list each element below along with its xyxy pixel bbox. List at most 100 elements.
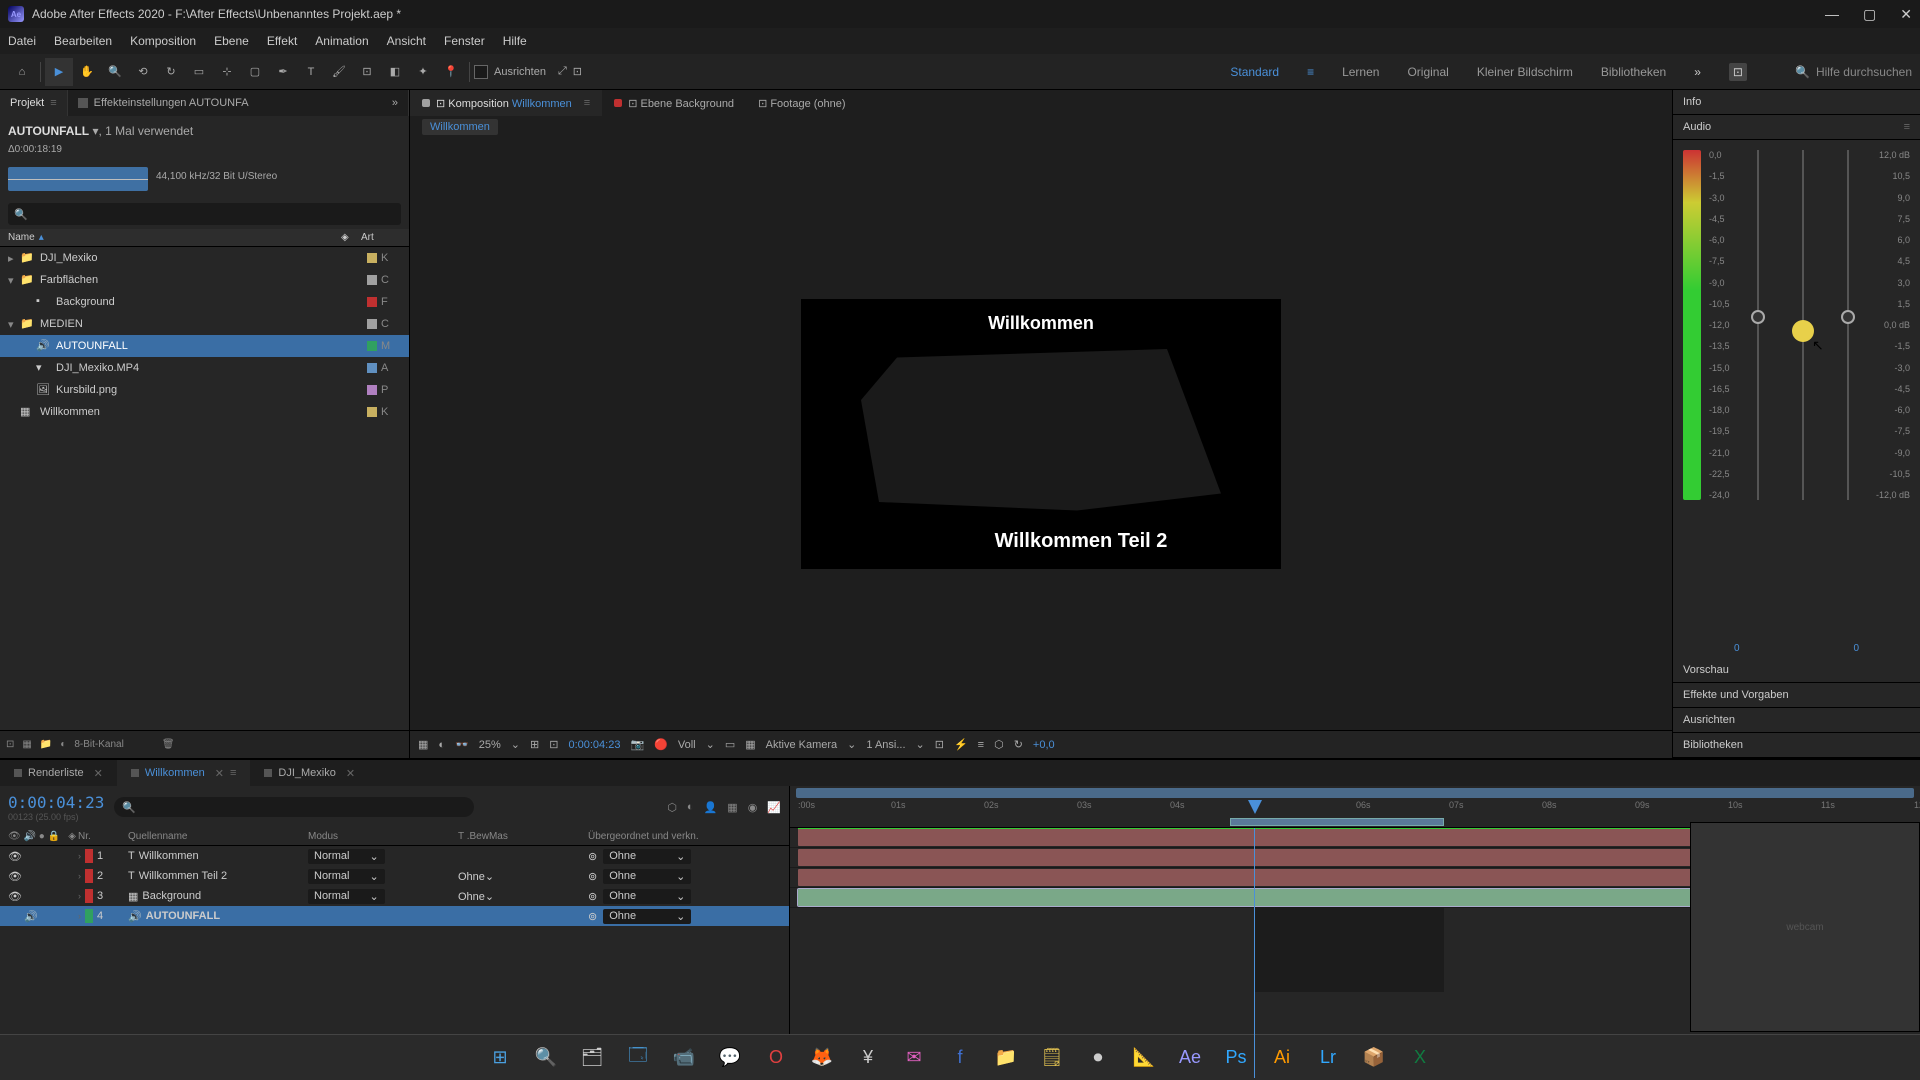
audio-slider-left[interactable] (1738, 150, 1779, 500)
workspace-lernen[interactable]: Lernen (1342, 65, 1379, 79)
panel-effekte-und-vorgaben[interactable]: Effekte und Vorgaben (1673, 683, 1920, 708)
camera-dropdown[interactable]: Aktive Kamera (766, 739, 838, 751)
project-item[interactable]: 🖼 Kursbild.png P (0, 379, 409, 401)
comp-tab[interactable]: ⊡ Komposition Willkommen ≡ (410, 90, 602, 116)
workspace-overflow-icon[interactable]: » (1694, 65, 1701, 79)
orbit-tool[interactable]: ⟲ (129, 58, 157, 86)
shape-tool[interactable]: ▢ (241, 58, 269, 86)
transparency-icon[interactable]: ▦ (745, 738, 755, 751)
menu-bearbeiten[interactable]: Bearbeiten (54, 34, 112, 48)
project-item[interactable]: ▾ 📁 MEDIEN C (0, 313, 409, 335)
workspace-kleiner[interactable]: Kleiner Bildschirm (1477, 65, 1573, 79)
eraser-tool[interactable]: ◧ (381, 58, 409, 86)
workspace-standard[interactable]: Standard (1230, 65, 1279, 79)
workspace-menu-icon[interactable]: ≡ (1307, 65, 1314, 79)
text-tool[interactable]: T (297, 58, 325, 86)
taskbar-item[interactable]: O (758, 1040, 794, 1076)
motion-blur-icon[interactable]: ◉ (748, 801, 758, 814)
minimize-button[interactable]: — (1825, 6, 1839, 23)
trash-icon[interactable]: 🗑 (162, 739, 175, 750)
color-depth[interactable]: 8-Bit-Kanal (74, 739, 123, 750)
project-search-input[interactable]: 🔍 (8, 203, 401, 225)
audio-slider-master[interactable] (1782, 150, 1823, 500)
viewer-timecode[interactable]: 0:00:04:23 (568, 739, 620, 751)
menu-effekt[interactable]: Effekt (267, 34, 297, 48)
guides-icon[interactable]: ⊡ (549, 738, 558, 751)
timeline-search-input[interactable]: 🔍 (114, 797, 474, 817)
zoom-tool[interactable]: 🔍 (101, 58, 129, 86)
snap-icon-2[interactable]: ⊡ (573, 65, 582, 78)
timeline-layer[interactable]: 🔊 ›4 🔊AUTOUNFALL ⊚Ohne⌄ (0, 906, 789, 926)
new-adjustment-icon[interactable]: ◐ (60, 739, 66, 750)
new-comp-icon[interactable]: ▦ (22, 739, 31, 750)
hand-tool[interactable]: ✋ (73, 58, 101, 86)
menu-animation[interactable]: Animation (315, 34, 368, 48)
views-dropdown[interactable]: 1 Ansi... (866, 739, 905, 751)
audio-value-l[interactable]: 0 (1734, 643, 1740, 654)
taskbar-item[interactable]: 🗒 (1034, 1040, 1070, 1076)
channel-icon[interactable]: 🔴 (654, 738, 668, 751)
project-item[interactable]: ▸ 📁 DJI_Mexiko K (0, 247, 409, 269)
workspace-original[interactable]: Original (1407, 65, 1448, 79)
taskbar-item[interactable]: 📐 (1126, 1040, 1162, 1076)
menu-komposition[interactable]: Komposition (130, 34, 196, 48)
panel-ausrichten[interactable]: Ausrichten (1673, 708, 1920, 733)
comp-tab[interactable]: ⊡ Ebene Background (602, 90, 746, 116)
project-item[interactable]: ▦ Willkommen K (0, 401, 409, 423)
info-panel-header[interactable]: Info (1673, 90, 1920, 115)
clone-tool[interactable]: ⊡ (353, 58, 381, 86)
glasses-icon[interactable]: 👓 (455, 738, 469, 751)
taskbar-item[interactable]: 🗔 (620, 1040, 656, 1076)
timeline-tab[interactable]: Renderliste✕ (0, 760, 117, 786)
fast-preview-icon[interactable]: ⚡ (954, 738, 968, 751)
taskbar-item[interactable]: Ps (1218, 1040, 1254, 1076)
close-button[interactable]: ✕ (1900, 6, 1912, 23)
menu-datei[interactable]: Datei (8, 34, 36, 48)
taskbar-item[interactable]: Ae (1172, 1040, 1208, 1076)
taskbar-item[interactable]: 🗂 (574, 1040, 610, 1076)
tab-effect-controls[interactable]: Effekteinstellungen AUTOUNFA » (68, 90, 409, 116)
taskbar-item[interactable]: 🔍 (528, 1040, 564, 1076)
pen-tool[interactable]: ✒ (269, 58, 297, 86)
taskbar-item[interactable]: X (1402, 1040, 1438, 1076)
audio-slider-right[interactable] (1827, 150, 1868, 500)
taskbar-item[interactable]: 📦 (1356, 1040, 1392, 1076)
project-item[interactable]: 🔊 AUTOUNFALL M (0, 335, 409, 357)
menu-fenster[interactable]: Fenster (444, 34, 485, 48)
graph-editor-icon[interactable]: 📈 (767, 801, 781, 814)
taskbar-item[interactable]: 🦊 (804, 1040, 840, 1076)
taskbar-item[interactable]: 📹 (666, 1040, 702, 1076)
timeline-layer[interactable]: 👁 ›1 TWillkommen Normal⌄ ⊚Ohne⌄ (0, 846, 789, 866)
taskbar-item[interactable]: ✉ (896, 1040, 932, 1076)
resolution-dropdown[interactable]: Voll (678, 739, 696, 751)
taskbar-item[interactable]: f (942, 1040, 978, 1076)
snap-icon[interactable]: ⤢ (558, 65, 567, 78)
zoom-dropdown[interactable]: 25% (479, 739, 501, 751)
taskbar-item[interactable]: 💬 (712, 1040, 748, 1076)
project-item[interactable]: ▾ DJI_Mexiko.MP4 A (0, 357, 409, 379)
project-item[interactable]: ▪ Background F (0, 291, 409, 313)
home-icon[interactable]: ⌂ (8, 58, 36, 86)
project-item[interactable]: ▾ 📁 Farbflächen C (0, 269, 409, 291)
draft3d-icon[interactable]: ◐ (687, 801, 694, 814)
puppet-tool[interactable]: 📍 (437, 58, 465, 86)
roto-tool[interactable]: ✦ (409, 58, 437, 86)
panel-bibliotheken[interactable]: Bibliotheken (1673, 733, 1920, 758)
frame-blend-icon[interactable]: ▦ (727, 801, 737, 814)
comp-tab[interactable]: ⊡ Footage (ohne) (746, 90, 858, 116)
taskbar-item[interactable]: ⊞ (482, 1040, 518, 1076)
grid-icon[interactable]: ⊞ (530, 738, 539, 751)
menu-hilfe[interactable]: Hilfe (503, 34, 527, 48)
taskbar-item[interactable]: Ai (1264, 1040, 1300, 1076)
audio-panel-header[interactable]: Audio≡ (1673, 115, 1920, 140)
mask-toggle-icon[interactable]: ▦ (418, 738, 428, 751)
maximize-button[interactable]: ▢ (1863, 6, 1876, 23)
brush-tool[interactable]: 🖌 (325, 58, 353, 86)
timeline-layer[interactable]: 👁 ›2 TWillkommen Teil 2 Normal⌄ Ohne⌄ ⊚O… (0, 866, 789, 886)
new-folder-icon[interactable]: 📁 (40, 739, 52, 750)
menu-ansicht[interactable]: Ansicht (387, 34, 426, 48)
help-search-input[interactable]: Hilfe durchsuchen (1816, 65, 1912, 79)
reset-exposure-icon[interactable]: ↻ (1014, 738, 1023, 751)
timeline-timecode[interactable]: 0:00:04:23 (8, 793, 104, 812)
timeline-icon[interactable]: ≡ (978, 739, 984, 751)
